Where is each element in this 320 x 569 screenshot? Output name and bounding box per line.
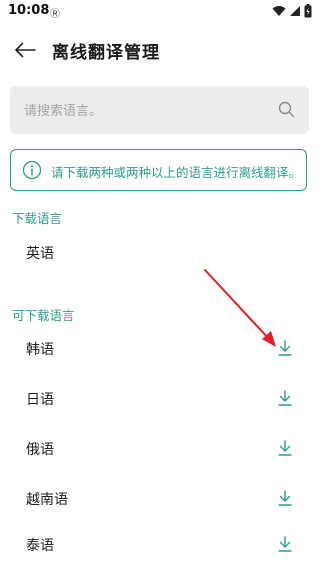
download-icon <box>278 490 292 506</box>
battery-icon <box>304 4 312 18</box>
wifi-icon <box>272 6 286 16</box>
list-item-language[interactable]: 越南语 <box>0 475 320 523</box>
info-banner: 请下载两种或两种以上的语言进行离线翻译。 <box>10 149 307 191</box>
status-time: 10:08 <box>8 3 50 18</box>
back-arrow-icon <box>15 42 36 58</box>
list-item-language[interactable]: 日语 <box>0 375 320 423</box>
download-button[interactable] <box>274 437 296 459</box>
language-name: 泰语 <box>26 538 54 554</box>
language-name: 英语 <box>26 246 54 262</box>
signal-icon <box>290 6 300 16</box>
page-title: 离线翻译管理 <box>52 43 160 63</box>
download-icon <box>278 536 292 552</box>
status-icons <box>272 4 312 18</box>
download-button[interactable] <box>274 337 296 359</box>
info-text: 请下载两种或两种以上的语言进行离线翻译。 <box>51 165 302 180</box>
search-box[interactable] <box>10 86 309 134</box>
app-bar: 离线翻译管理 <box>0 24 320 76</box>
search-input[interactable] <box>22 98 266 124</box>
search-icon[interactable] <box>278 101 295 118</box>
info-icon <box>22 160 42 180</box>
notification-icon: Ⓡ <box>50 9 60 20</box>
download-icon <box>278 440 292 456</box>
download-button[interactable] <box>274 387 296 409</box>
download-icon <box>278 340 292 356</box>
list-item-language[interactable]: 泰语 <box>0 521 320 569</box>
language-name: 日语 <box>26 392 54 408</box>
back-button[interactable] <box>10 36 40 64</box>
list-item-language[interactable]: 韩语 <box>0 325 320 373</box>
download-button[interactable] <box>274 487 296 509</box>
language-name: 越南语 <box>26 492 68 508</box>
status-bar: 10:08 Ⓡ <box>0 0 320 24</box>
language-name: 韩语 <box>26 342 54 358</box>
list-item-downloaded-language[interactable]: 英语 <box>0 229 320 277</box>
language-name: 俄语 <box>26 442 54 458</box>
download-button[interactable] <box>274 533 296 555</box>
download-icon <box>278 390 292 406</box>
list-item-language[interactable]: 俄语 <box>0 425 320 473</box>
section-title-available: 可下载语言 <box>12 308 75 323</box>
section-title-downloaded: 下载语言 <box>12 211 63 226</box>
